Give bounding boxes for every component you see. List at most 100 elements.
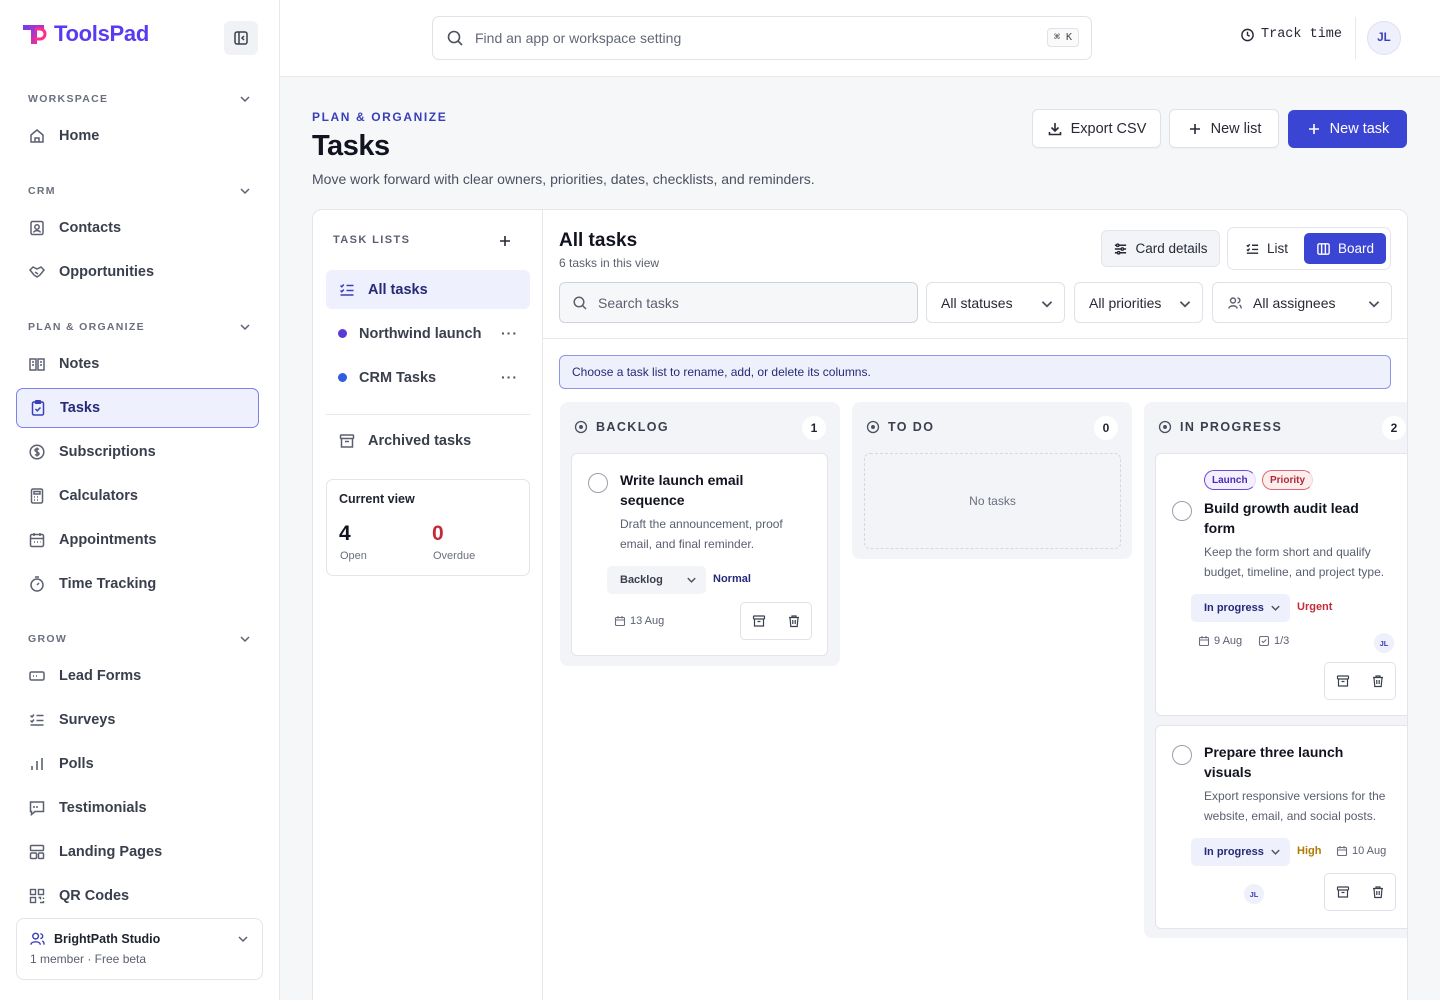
task-due-date: 10 Aug: [1336, 845, 1386, 857]
task-status-select[interactable]: In progress: [1191, 838, 1290, 866]
column-name: IN PROGRESS: [1180, 420, 1283, 434]
trash-icon[interactable]: [1371, 885, 1385, 899]
task-complete-checkbox[interactable]: [1172, 501, 1192, 521]
sidebar-item-notes[interactable]: Notes: [16, 344, 259, 384]
list-color-dot: [338, 373, 347, 382]
clipboard-check-icon: [29, 399, 47, 417]
section-crm[interactable]: CRM: [28, 184, 252, 198]
list-checks-icon: [1245, 241, 1260, 256]
task-title: Write launch email sequence: [620, 472, 744, 508]
task-assignee-avatar[interactable]: JL: [1374, 633, 1394, 653]
sidebar-item-contacts[interactable]: Contacts: [16, 208, 259, 248]
add-list-plus-icon[interactable]: [495, 231, 515, 251]
card-details-button[interactable]: Card details: [1101, 230, 1220, 267]
stopwatch-icon: [28, 575, 46, 593]
global-search-input[interactable]: [475, 30, 1035, 46]
task-card[interactable]: Write launch email sequence Draft the an…: [571, 453, 828, 656]
new-list-button[interactable]: New list: [1169, 109, 1279, 148]
priority-filter-select[interactable]: All priorities: [1074, 282, 1203, 323]
more-options-icon[interactable]: ···: [501, 325, 518, 341]
task-status-value: Backlog: [620, 574, 663, 586]
notebook-icon: [28, 355, 46, 373]
list-item-all-tasks[interactable]: All tasks: [326, 270, 530, 309]
current-view-summary: Current view 4 Open 0 Overdue: [326, 479, 530, 576]
section-grow[interactable]: GROW: [28, 632, 252, 646]
section-workspace[interactable]: WORKSPACE: [28, 92, 252, 106]
open-label: Open: [340, 550, 367, 562]
status-filter-select[interactable]: All statuses: [926, 282, 1065, 323]
sidebar-item-appointments[interactable]: Appointments: [16, 520, 259, 560]
collapse-sidebar-button[interactable]: [224, 21, 258, 55]
list-item-northwind-launch[interactable]: Northwind launch ···: [326, 314, 530, 353]
sidebar-item-tasks[interactable]: Tasks: [16, 388, 259, 428]
sidebar-item-surveys[interactable]: Surveys: [16, 700, 259, 740]
new-task-button[interactable]: New task: [1288, 110, 1407, 148]
sidebar-item-label: Appointments: [59, 532, 157, 548]
list-view-button[interactable]: List: [1233, 233, 1300, 264]
task-card[interactable]: Prepare three launch visuals Export resp…: [1155, 725, 1407, 929]
task-status-select[interactable]: Backlog: [607, 566, 706, 594]
task-status-select[interactable]: In progress: [1191, 594, 1290, 622]
more-options-icon[interactable]: ···: [501, 369, 518, 385]
brand-name: ToolsPad: [54, 21, 149, 46]
handshake-icon: [28, 263, 46, 281]
task-title: Prepare three launch visuals: [1204, 744, 1344, 780]
sidebar-item-opportunities[interactable]: Opportunities: [16, 252, 259, 292]
assignee-filter-select[interactable]: All assignees: [1212, 282, 1392, 323]
sidebar-item-home[interactable]: Home: [16, 116, 259, 156]
list-item-crm-tasks[interactable]: CRM Tasks ···: [326, 358, 530, 397]
sidebar-item-polls[interactable]: Polls: [16, 744, 259, 784]
task-status-value: In progress: [1204, 846, 1264, 858]
form-icon: [28, 667, 46, 685]
sidebar-item-label: Surveys: [59, 712, 116, 728]
sidebar-item-testimonials[interactable]: Testimonials: [16, 788, 259, 828]
archive-icon[interactable]: [1336, 885, 1350, 899]
workspace-switcher[interactable]: BrightPath Studio 1 member · Free beta: [16, 918, 263, 980]
user-avatar[interactable]: JL: [1367, 21, 1401, 55]
list-item-label: Northwind launch: [359, 325, 482, 342]
task-priority: Urgent: [1297, 601, 1333, 613]
clock-icon: [1240, 27, 1255, 42]
task-card[interactable]: Launch Priority Build growth audit lead …: [1155, 453, 1407, 716]
task-actions: [1324, 662, 1396, 700]
users-icon: [1227, 295, 1243, 311]
section-plan-organize[interactable]: PLAN & ORGANIZE: [28, 320, 252, 334]
trash-icon[interactable]: [787, 614, 801, 628]
task-search[interactable]: [559, 282, 918, 323]
sidebar-item-subscriptions[interactable]: Subscriptions: [16, 432, 259, 472]
task-assignee-avatar[interactable]: JL: [1244, 884, 1264, 904]
board-view-button[interactable]: Board: [1304, 233, 1386, 264]
global-search[interactable]: ⌘ K: [432, 16, 1092, 60]
section-label: GROW: [28, 633, 68, 645]
sidebar-item-qr-codes[interactable]: QR Codes: [16, 876, 259, 916]
search-icon: [446, 29, 464, 47]
chevron-down-icon: [238, 320, 252, 334]
chevron-down-icon: [1269, 601, 1282, 614]
chevron-down-icon: [238, 92, 252, 106]
task-complete-checkbox[interactable]: [588, 473, 608, 493]
sidebar-item-landing-pages[interactable]: Landing Pages: [16, 832, 259, 872]
task-search-input[interactable]: [598, 294, 898, 311]
page-description: Move work forward with clear owners, pri…: [312, 171, 815, 187]
archive-icon[interactable]: [752, 614, 766, 628]
archived-tasks-link[interactable]: Archived tasks: [326, 421, 530, 460]
sidebar-item-label: Polls: [59, 756, 94, 772]
task-complete-checkbox[interactable]: [1172, 745, 1192, 765]
export-csv-button[interactable]: Export CSV: [1032, 109, 1161, 148]
chevron-down-icon: [1366, 296, 1382, 312]
task-due-date: 9 Aug: [1198, 635, 1242, 647]
column-in-progress: IN PROGRESS 2 Launch Priority Build grow…: [1144, 402, 1407, 938]
sidebar-item-time-tracking[interactable]: Time Tracking: [16, 564, 259, 604]
sidebar-item-calculators[interactable]: Calculators: [16, 476, 259, 516]
task-checklist-progress: 1/3: [1258, 635, 1289, 647]
archive-icon[interactable]: [1336, 674, 1350, 688]
track-time-button[interactable]: Track time: [1240, 27, 1342, 42]
board-title: All tasks: [559, 230, 638, 251]
trash-icon[interactable]: [1371, 674, 1385, 688]
sidebar-item-label: Time Tracking: [59, 576, 157, 592]
sidebar: ToolsPad WORKSPACE Home CRM Contacts Opp…: [0, 0, 280, 1000]
brand-logo[interactable]: ToolsPad: [20, 20, 149, 48]
sidebar-item-lead-forms[interactable]: Lead Forms: [16, 656, 259, 696]
board-view-label: Board: [1337, 241, 1375, 256]
plus-icon: [1187, 121, 1203, 137]
